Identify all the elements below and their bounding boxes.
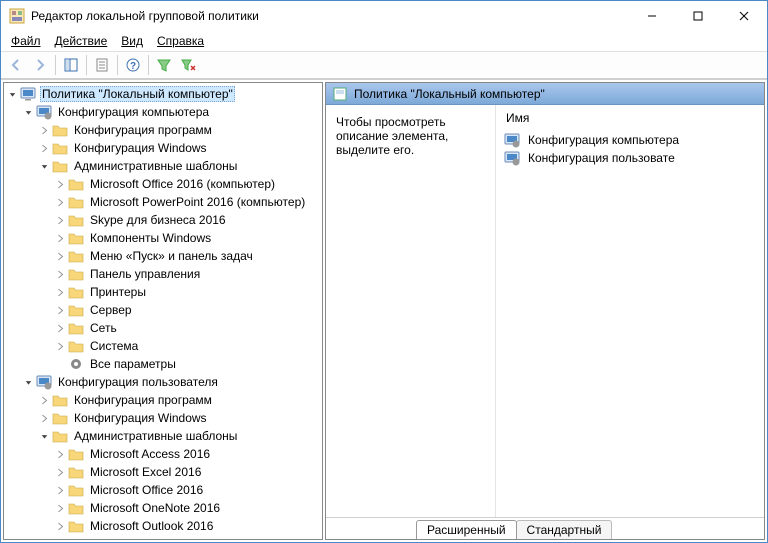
- chevron-right-icon[interactable]: [52, 287, 68, 298]
- menubar: Файл Действие Вид Справка: [1, 31, 767, 51]
- tree-item[interactable]: Все параметры: [4, 355, 322, 373]
- close-button[interactable]: [721, 1, 767, 31]
- chevron-down-icon[interactable]: [36, 161, 52, 172]
- tree-item[interactable]: Меню «Пуск» и панель задач: [4, 247, 322, 265]
- tree-item[interactable]: Microsoft OneNote 2016: [4, 499, 322, 517]
- detail-tabs: Расширенный Стандартный: [326, 517, 764, 539]
- chevron-right-icon[interactable]: [52, 305, 68, 316]
- detail-header-title: Политика "Локальный компьютер": [354, 87, 545, 101]
- tree-root-node[interactable]: Политика "Локальный компьютер": [4, 85, 322, 103]
- tree-item[interactable]: Панель управления: [4, 265, 322, 283]
- config-icon: [504, 132, 520, 148]
- chevron-right-icon[interactable]: [52, 215, 68, 226]
- chevron-down-icon[interactable]: [36, 431, 52, 442]
- tree-panel[interactable]: Политика "Локальный компьютер"Конфигурац…: [3, 82, 323, 540]
- svg-text:?: ?: [130, 61, 136, 72]
- column-header-name[interactable]: Имя: [496, 105, 764, 131]
- chevron-right-icon[interactable]: [52, 197, 68, 208]
- tree-item[interactable]: Microsoft Office 2016 (компьютер): [4, 175, 322, 193]
- tree-item[interactable]: Skype для бизнеса 2016: [4, 211, 322, 229]
- tab-standard[interactable]: Стандартный: [516, 520, 613, 539]
- chevron-right-icon[interactable]: [52, 251, 68, 262]
- tree-item[interactable]: Microsoft Excel 2016: [4, 463, 322, 481]
- filter-button[interactable]: [153, 54, 175, 76]
- back-button[interactable]: [5, 54, 27, 76]
- chevron-right-icon[interactable]: [52, 323, 68, 334]
- chevron-down-icon[interactable]: [20, 377, 36, 388]
- chevron-right-icon[interactable]: [52, 269, 68, 280]
- chevron-right-icon[interactable]: [52, 179, 68, 190]
- tree-item[interactable]: Сервер: [4, 301, 322, 319]
- chevron-right-icon[interactable]: [52, 233, 68, 244]
- show-hide-tree-button[interactable]: [60, 54, 82, 76]
- tree-item[interactable]: Microsoft Office 2016: [4, 481, 322, 499]
- tree-computer-config[interactable]: Конфигурация компьютера: [4, 103, 322, 121]
- tree-item[interactable]: Административные шаблоны: [4, 157, 322, 175]
- properties-button[interactable]: [91, 54, 113, 76]
- tree-item[interactable]: Конфигурация Windows: [4, 409, 322, 427]
- window-title: Редактор локальной групповой политики: [31, 9, 629, 23]
- titlebar: Редактор локальной групповой политики: [1, 1, 767, 31]
- tree-item[interactable]: Административные шаблоны: [4, 427, 322, 445]
- chevron-right-icon[interactable]: [52, 503, 68, 514]
- tree-user-config[interactable]: Конфигурация пользователя: [4, 373, 322, 391]
- tree-item[interactable]: Конфигурация Windows: [4, 139, 322, 157]
- menu-action[interactable]: Действие: [49, 33, 114, 49]
- tree-item[interactable]: Конфигурация программ: [4, 121, 322, 139]
- menu-file[interactable]: Файл: [5, 33, 47, 49]
- tree-item[interactable]: Microsoft Outlook 2016: [4, 517, 322, 535]
- chevron-down-icon[interactable]: [20, 107, 36, 118]
- chevron-right-icon[interactable]: [36, 143, 52, 154]
- help-button[interactable]: ?: [122, 54, 144, 76]
- tree-item[interactable]: Принтеры: [4, 283, 322, 301]
- tree-item[interactable]: Microsoft Access 2016: [4, 445, 322, 463]
- toolbar: ?: [1, 51, 767, 79]
- list-item[interactable]: Конфигурация пользовате: [500, 149, 760, 167]
- tree-item[interactable]: Конфигурация программ: [4, 391, 322, 409]
- chevron-right-icon[interactable]: [52, 467, 68, 478]
- tree-item[interactable]: Система: [4, 337, 322, 355]
- list-item[interactable]: Конфигурация компьютера: [500, 131, 760, 149]
- tree-item[interactable]: Компоненты Windows: [4, 229, 322, 247]
- main-window: Редактор локальной групповой политики Фа…: [0, 0, 768, 543]
- chevron-right-icon[interactable]: [52, 449, 68, 460]
- app-icon: [9, 8, 25, 24]
- chevron-right-icon[interactable]: [52, 521, 68, 532]
- detail-panel: Политика "Локальный компьютер" Чтобы про…: [325, 82, 765, 540]
- tree-item[interactable]: Microsoft PowerPoint 2016 (компьютер): [4, 193, 322, 211]
- chevron-right-icon[interactable]: [36, 413, 52, 424]
- tree-item[interactable]: Microsoft PowerPoint 2016: [4, 535, 322, 540]
- chevron-right-icon[interactable]: [52, 341, 68, 352]
- chevron-right-icon[interactable]: [52, 485, 68, 496]
- tab-extended[interactable]: Расширенный: [416, 520, 517, 539]
- menu-help[interactable]: Справка: [151, 33, 210, 49]
- detail-description: Чтобы просмотреть описание элемента, выд…: [326, 105, 496, 517]
- chevron-down-icon[interactable]: [4, 89, 20, 100]
- tree-item[interactable]: Сеть: [4, 319, 322, 337]
- chevron-right-icon[interactable]: [36, 125, 52, 136]
- minimize-button[interactable]: [629, 1, 675, 31]
- main-area: Политика "Локальный компьютер"Конфигурац…: [1, 79, 767, 542]
- menu-view[interactable]: Вид: [115, 33, 149, 49]
- detail-header: Политика "Локальный компьютер": [326, 83, 764, 105]
- detail-header-icon: [332, 86, 348, 102]
- chevron-right-icon[interactable]: [52, 539, 68, 541]
- chevron-right-icon[interactable]: [36, 395, 52, 406]
- maximize-button[interactable]: [675, 1, 721, 31]
- forward-button[interactable]: [29, 54, 51, 76]
- filter-options-button[interactable]: [177, 54, 199, 76]
- config-icon: [504, 150, 520, 166]
